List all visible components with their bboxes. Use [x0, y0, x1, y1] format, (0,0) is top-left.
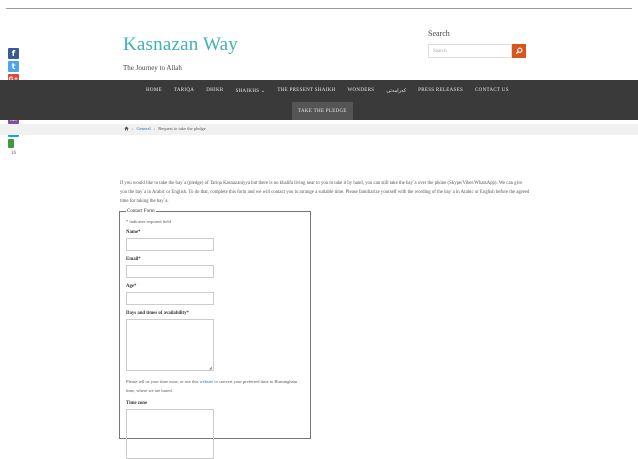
- nav-item-tariqa[interactable]: TARIQA: [174, 88, 194, 94]
- breadcrumb: › General › Request to take the pledge: [124, 126, 206, 131]
- timezone-textarea[interactable]: [126, 409, 214, 459]
- timezone-label: Time zone: [126, 401, 148, 406]
- home-icon[interactable]: [124, 126, 129, 131]
- nav-item-take-pledge-wrap: TAKE THE PLEDGE: [292, 102, 353, 120]
- nav-row-primary: HOME TARIQA DHIKR SHAIKHS ⌄ THE PRESENT …: [146, 88, 509, 94]
- site-branding: Kasnazan Way The Journey to Allah: [123, 34, 238, 72]
- chevron-down-icon: ⌄: [260, 89, 266, 94]
- required-note: * indicates required field: [126, 219, 171, 224]
- form-legend: Contact Form: [127, 209, 155, 214]
- site-title[interactable]: Kasnazan Way: [123, 34, 238, 56]
- age-field[interactable]: [126, 292, 214, 305]
- name-label: Name*: [126, 230, 141, 235]
- nav-item-press-releases[interactable]: PRESS RELEASES: [418, 88, 463, 94]
- age-label: Age*: [126, 284, 137, 289]
- resize-handle-icon[interactable]: ◢: [209, 365, 212, 370]
- availability-textarea[interactable]: ◢: [126, 319, 214, 371]
- breadcrumb-separator: ›: [132, 126, 134, 131]
- nav-item-contact-us[interactable]: CONTACT US: [475, 88, 509, 94]
- search-input[interactable]: Search: [428, 44, 512, 58]
- sms-icon[interactable]: [8, 139, 14, 148]
- timezone-website-link[interactable]: website: [200, 379, 214, 384]
- site-tagline: The Journey to Allah: [123, 64, 182, 72]
- help-text-before: Please tell us your time zone, or use th…: [126, 379, 200, 384]
- facebook-icon[interactable]: f: [8, 48, 19, 59]
- search-form: Search: [428, 44, 526, 58]
- nav-item-take-the-pledge[interactable]: TAKE THE PLEDGE: [298, 109, 347, 114]
- search-button[interactable]: [512, 44, 526, 58]
- nav-item-kurdish-wonders[interactable]: کەرامەتی: [386, 88, 406, 94]
- name-field[interactable]: [126, 238, 214, 251]
- intro-paragraph: If you would like to take the bay`a (ple…: [120, 181, 530, 204]
- top-divider: [6, 8, 632, 9]
- nav-item-dhikr[interactable]: DHIKR: [206, 88, 223, 94]
- main-navigation: HOME TARIQA DHIKR SHAIKHS ⌄ THE PRESENT …: [0, 80, 638, 120]
- breadcrumb-separator: ›: [153, 126, 156, 131]
- availability-label: Days and times of availability*: [126, 311, 189, 316]
- twitter-icon[interactable]: t: [8, 61, 19, 72]
- nav-item-wonders[interactable]: WONDERS: [348, 88, 375, 94]
- breadcrumb-general[interactable]: General: [137, 126, 151, 131]
- nav-item-shaikhs[interactable]: SHAIKHS ⌄: [236, 88, 266, 94]
- timezone-help-text: Please tell us your time zone, or use th…: [126, 377, 304, 395]
- email-field[interactable]: [126, 265, 214, 278]
- email-label: Email*: [126, 257, 141, 262]
- breadcrumb-current: Request to take the pledge: [158, 126, 206, 131]
- contact-form: Contact Form * indicates required field …: [119, 209, 311, 459]
- nav-item-home[interactable]: HOME: [146, 88, 162, 94]
- search-heading: Search: [428, 29, 450, 38]
- share-count: 16: [10, 150, 17, 155]
- nav-item-shaikhs-label: SHAIKHS: [235, 89, 260, 94]
- search-icon: [515, 47, 523, 55]
- nav-item-present-shaikh[interactable]: THE PRESENT SHAIKH: [277, 88, 335, 94]
- search-widget: Search Search: [428, 29, 526, 58]
- breadcrumb-bar: › General › Request to take the pledge: [0, 124, 638, 135]
